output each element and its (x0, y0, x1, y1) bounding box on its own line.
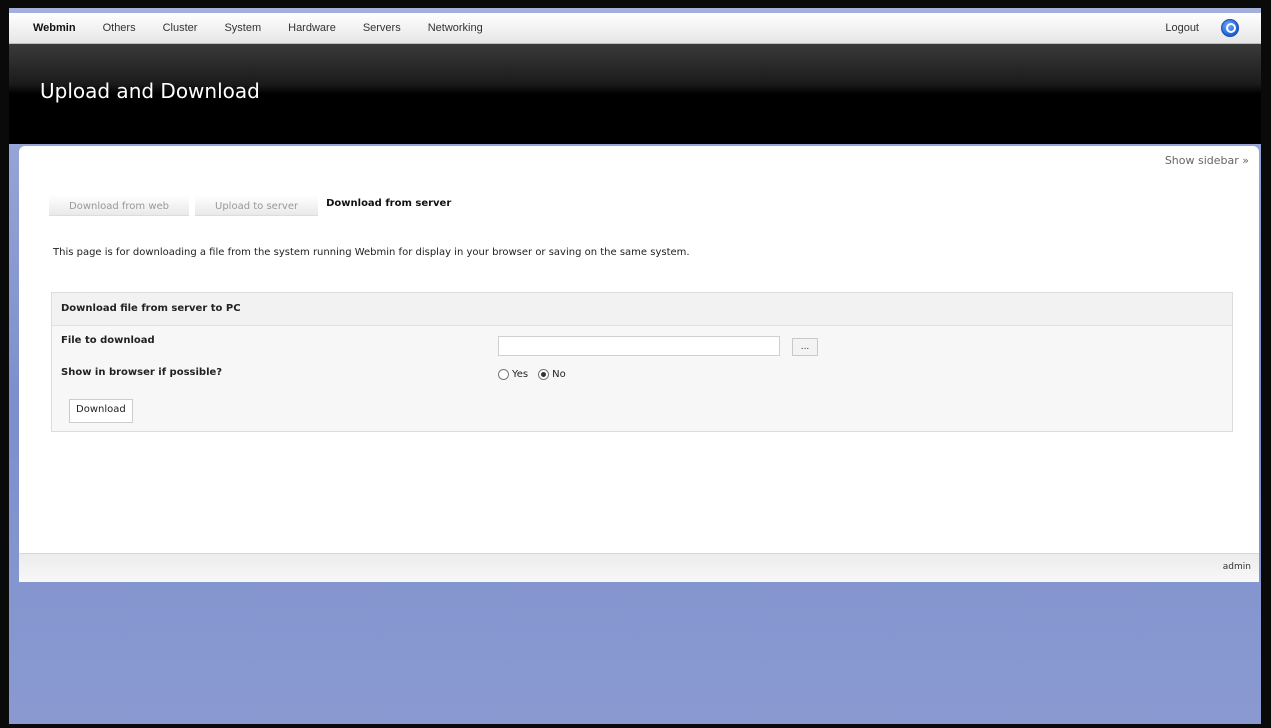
page-description: This page is for downloading a file from… (53, 247, 690, 258)
page-title: Upload and Download (40, 79, 260, 103)
logout-link[interactable]: Logout (1165, 22, 1199, 34)
nav-cluster[interactable]: Cluster (163, 22, 198, 34)
browse-button[interactable]: ... (792, 338, 818, 356)
nav-servers[interactable]: Servers (363, 22, 401, 34)
radio-yes[interactable] (498, 369, 509, 380)
nav-others[interactable]: Others (103, 22, 136, 34)
main-menu: Webmin Others Cluster System Hardware Se… (9, 13, 483, 43)
page-header: Upload and Download (9, 44, 1261, 144)
file-path-input[interactable] (498, 336, 780, 356)
tab-upload-to-server[interactable]: Upload to server (195, 195, 319, 216)
file-to-download-label: File to download (61, 335, 155, 346)
nav-webmin[interactable]: Webmin (33, 22, 76, 34)
radio-no-label: No (552, 369, 566, 380)
top-nav-bar: Webmin Others Cluster System Hardware Se… (9, 13, 1261, 44)
current-user: admin (1222, 562, 1251, 572)
download-form: Download file from server to PC File to … (51, 292, 1233, 432)
tab-download-from-server[interactable]: Download from server (324, 195, 453, 215)
tab-bar: Download from web Upload to server Downl… (49, 195, 459, 216)
nav-system[interactable]: System (224, 22, 261, 34)
nav-networking[interactable]: Networking (428, 22, 483, 34)
radio-yes-label: Yes (512, 369, 529, 380)
footer-bar: admin (19, 553, 1259, 582)
tab-download-from-web[interactable]: Download from web (49, 195, 190, 216)
nav-hardware[interactable]: Hardware (288, 22, 336, 34)
form-title: Download file from server to PC (52, 293, 1232, 326)
show-in-browser-label: Show in browser if possible? (61, 367, 223, 378)
radio-no[interactable] (538, 369, 550, 380)
download-button[interactable]: Download (69, 399, 133, 423)
show-sidebar-link[interactable]: Show sidebar » (1165, 154, 1249, 167)
show-in-browser-options: Yes No (498, 369, 576, 380)
content-panel: Show sidebar » Download from web Upload … (19, 146, 1259, 581)
search-icon[interactable] (1221, 19, 1239, 37)
